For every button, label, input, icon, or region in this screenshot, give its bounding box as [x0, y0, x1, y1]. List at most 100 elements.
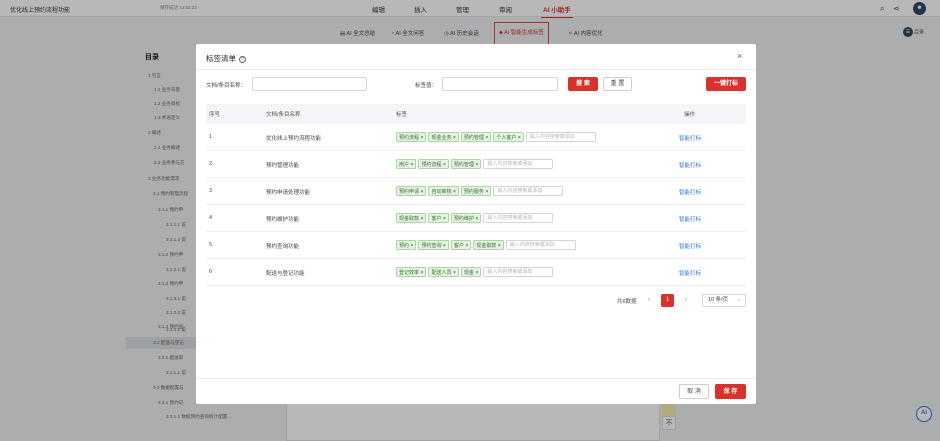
- table-row: 5 预约查询功能 预约 × 预约查询 × 客户 × 现金取款 × 输入内容搜索或添加 智能打标: [206, 232, 746, 259]
- reset-button[interactable]: 重 置: [603, 77, 632, 91]
- tag-chip[interactable]: 预约管理 ×: [460, 132, 492, 142]
- tag-chip[interactable]: 现金业务 ×: [428, 132, 459, 142]
- smart-tag-link[interactable]: 智能打标: [679, 269, 701, 277]
- tag-list-dialog: 标签清单? × 文档/条目名称： 标签值： 搜 索 重 置 一键打标 序号 文档…: [196, 44, 756, 404]
- close-icon[interactable]: ×: [498, 243, 501, 249]
- close-icon[interactable]: ×: [485, 189, 488, 195]
- close-icon[interactable]: ×: [737, 51, 742, 61]
- row-index: 5: [209, 242, 213, 248]
- tag-chip[interactable]: 客户 ×: [450, 240, 472, 250]
- tag-chip-label: 预约: [399, 243, 410, 249]
- close-icon[interactable]: ×: [485, 135, 488, 141]
- row-tags: 用户 × 预约流程 × 预约管理 × 输入内容搜索或添加: [396, 159, 554, 170]
- close-icon[interactable]: ×: [443, 243, 446, 249]
- tag-add-input[interactable]: 输入内容搜索或添加: [525, 132, 596, 142]
- row-doc-name: 配送与登记功能: [266, 271, 305, 277]
- tag-chip-label: 预约流程: [399, 135, 420, 141]
- close-icon[interactable]: ×: [411, 243, 414, 249]
- tag-chip[interactable]: 预约查询 ×: [418, 240, 449, 250]
- close-icon[interactable]: ×: [518, 135, 521, 141]
- tag-chip[interactable]: 用户 ×: [396, 159, 417, 169]
- row-tags: 登记效率 × 配送人员 × 现金 × 输入内容搜索或添加: [396, 267, 554, 278]
- search-button[interactable]: 搜 索: [568, 77, 598, 91]
- page-1-button[interactable]: 1: [661, 294, 674, 307]
- tag-chip[interactable]: 预约流程 ×: [396, 132, 427, 142]
- row-tags: 预约 × 预约查询 × 客户 × 现金取款 × 输入内容搜索或添加: [396, 240, 576, 251]
- tag-add-input[interactable]: 输入内容搜索或添加: [483, 159, 554, 169]
- close-icon[interactable]: ×: [443, 216, 446, 222]
- tag-chip[interactable]: 配送人员 ×: [428, 267, 459, 277]
- close-icon[interactable]: ×: [453, 189, 456, 195]
- close-icon[interactable]: ×: [475, 162, 478, 168]
- tag-chip-label: 个人客户: [496, 135, 517, 141]
- doc-name-label: 文档/条目名称：: [206, 83, 247, 89]
- chevron-down-icon: ⌄: [736, 297, 741, 303]
- tag-chip[interactable]: 现金取款 ×: [396, 213, 427, 223]
- table-row: 6 配送与登记功能 登记效率 × 配送人员 × 现金 × 输入内容搜索或添加 智能打标: [206, 259, 746, 286]
- smart-tag-link[interactable]: 智能打标: [679, 242, 701, 250]
- prev-page-icon[interactable]: ‹: [644, 294, 654, 307]
- next-page-icon[interactable]: ›: [681, 294, 691, 307]
- tag-chip[interactable]: 预约 ×: [396, 240, 417, 250]
- doc-name-input[interactable]: [252, 77, 367, 91]
- tag-value-input[interactable]: [442, 77, 558, 91]
- tag-chip[interactable]: 登记效率 ×: [396, 267, 427, 277]
- tag-chip-label: 现金取款: [399, 216, 420, 222]
- close-icon[interactable]: ×: [421, 216, 424, 222]
- tag-chip[interactable]: 自动审核 ×: [428, 186, 459, 196]
- table-row: 1 优化线上预约流程功能 预约流程 × 现金业务 × 预约管理 × 个人客户 × 输入内容搜索或添加…: [206, 124, 746, 151]
- close-icon[interactable]: ×: [453, 270, 456, 276]
- tag-chip-label: 自动审核: [431, 189, 452, 195]
- close-icon[interactable]: ×: [421, 135, 424, 141]
- tag-chip-label: 现金业务: [431, 135, 452, 141]
- help-icon[interactable]: ?: [239, 55, 246, 63]
- smart-tag-link[interactable]: 智能打标: [679, 188, 701, 196]
- tag-chip[interactable]: 客户 ×: [428, 213, 449, 223]
- tag-chip-label: 配送人员: [431, 270, 452, 276]
- tag-add-input[interactable]: 输入内容搜索或添加: [483, 213, 554, 223]
- save-button[interactable]: 保 存: [715, 384, 746, 399]
- tag-chip-label: 客户: [431, 216, 442, 222]
- tag-chip[interactable]: 预约服务 ×: [460, 186, 492, 196]
- tag-chip[interactable]: 预约申请 ×: [396, 186, 427, 196]
- tag-chip[interactable]: 预约维护 ×: [450, 213, 482, 223]
- tag-chip[interactable]: 个人客户 ×: [493, 132, 524, 142]
- header-name: 文档/条目名称: [266, 112, 301, 118]
- tag-chip[interactable]: 预约管理 ×: [450, 159, 482, 169]
- close-icon[interactable]: ×: [465, 243, 468, 249]
- cancel-button[interactable]: 取 消: [679, 384, 709, 399]
- tag-chip[interactable]: 现金 ×: [460, 267, 482, 277]
- close-icon[interactable]: ×: [421, 189, 424, 195]
- close-icon[interactable]: ×: [421, 270, 424, 276]
- table-row: 3 预约申请处理功能 预约申请 × 自动审核 × 预约服务 × 输入内容搜索或添加 智能打标: [206, 178, 746, 205]
- tag-add-input[interactable]: 输入内容搜索或添加: [493, 186, 564, 196]
- tag-chip-label: 预约服务: [463, 189, 484, 195]
- tag-chip-label: 现金: [463, 270, 474, 276]
- smart-tag-link[interactable]: 智能打标: [679, 161, 701, 169]
- tag-chip-label: 用户: [399, 162, 410, 168]
- close-icon[interactable]: ×: [453, 135, 456, 141]
- smart-tag-link[interactable]: 智能打标: [679, 134, 701, 142]
- row-doc-name: 预约维护功能: [266, 217, 300, 223]
- dialog-title-text: 标签清单: [206, 54, 236, 63]
- dialog-title: 标签清单?: [206, 53, 246, 64]
- header-divider: [196, 69, 756, 70]
- close-icon[interactable]: ×: [475, 270, 478, 276]
- smart-tag-link[interactable]: 智能打标: [679, 215, 701, 223]
- batch-tag-button[interactable]: 一键打标: [706, 77, 746, 91]
- row-tags: 预约流程 × 现金业务 × 预约管理 × 个人客户 × 输入内容搜索或添加: [396, 132, 596, 143]
- tag-add-input[interactable]: 输入内容搜索或添加: [505, 240, 576, 250]
- close-icon[interactable]: ×: [443, 162, 446, 168]
- header-index: 序号: [209, 112, 221, 118]
- tag-add-input[interactable]: 输入内容搜索或添加: [483, 267, 554, 277]
- tag-chip-label: 预约维护: [453, 216, 474, 222]
- tag-chip[interactable]: 预约流程 ×: [418, 159, 449, 169]
- row-doc-name: 优化线上预约流程功能: [266, 136, 322, 142]
- tag-chip-label: 预约流程: [421, 162, 442, 168]
- page-size-select[interactable]: 10 条/页 ⌄: [702, 294, 746, 307]
- tag-chip[interactable]: 现金取款 ×: [473, 240, 504, 250]
- close-icon[interactable]: ×: [411, 162, 414, 168]
- close-icon[interactable]: ×: [475, 216, 478, 222]
- row-doc-name: 预约管理功能: [266, 163, 300, 169]
- row-tags: 现金取款 × 客户 × 预约维护 × 输入内容搜索或添加: [396, 213, 554, 224]
